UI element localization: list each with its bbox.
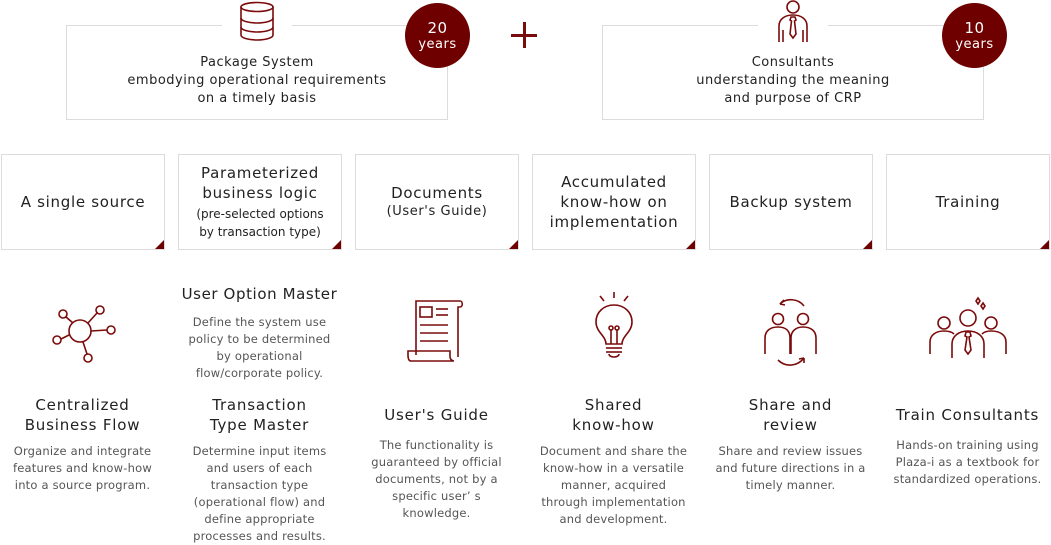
corner-triangle: [509, 240, 518, 249]
column-shared-know-how: Shared know-how Document and share the kno…: [531, 395, 696, 528]
column-description: Share and review issues and future direct…: [715, 444, 866, 492]
package-system-text: Package System embodying operational req…: [127, 55, 387, 106]
years-badge-20: 20 years: [405, 3, 470, 68]
column-title: Shared know-how: [572, 396, 655, 434]
consultants-text: Consultants understanding the meaning an…: [696, 55, 890, 106]
years-badge-10: 10 years: [942, 3, 1007, 68]
database-icon: [222, 0, 292, 44]
column-title: User Option Master: [181, 285, 338, 303]
network-hub-icon: [0, 290, 165, 370]
consultant-icon: [758, 0, 828, 44]
column-centralized-business-flow: Centralized Business Flow Organize and in…: [0, 395, 165, 494]
feature-accumulated-know-how: Accumulated know-how on implementation: [532, 154, 696, 250]
column-description: Document and share the know-how in a vers…: [539, 444, 688, 526]
feature-backup-system: Backup system: [709, 154, 873, 250]
corner-triangle: [863, 240, 872, 249]
column-description: Hands-on training using Plaza-i as a text…: [893, 438, 1042, 486]
team-training-icon: [885, 290, 1050, 370]
share-review-icon: [708, 290, 873, 370]
plus-icon: [511, 22, 539, 50]
corner-triangle: [332, 240, 341, 249]
column-description: Determine input items and users of each tr…: [192, 444, 327, 543]
corner-triangle: [1040, 240, 1049, 249]
column-share-and-review: Share and review Share and review issues a…: [708, 395, 873, 494]
feature-training: Training: [886, 154, 1050, 250]
lightbulb-icon: [531, 290, 696, 370]
column-title: Train Consultants: [895, 406, 1040, 424]
column-title: Centralized Business Flow: [24, 396, 141, 434]
column-user-option-master: User Option Master Define the system use…: [177, 284, 342, 382]
document-scroll-icon: [354, 290, 519, 370]
corner-triangle: [686, 240, 695, 249]
column-users-guide: User's Guide The functionality is guarant…: [354, 405, 519, 522]
corner-triangle: [155, 240, 164, 249]
column-description: The functionality is guaranteed by offici…: [371, 438, 502, 520]
feature-single-source: A single source: [1, 154, 165, 250]
column-transaction-type-master: Transaction Type Master Determine input i…: [177, 395, 342, 545]
feature-documents: Documents (User's Guide): [355, 154, 519, 250]
column-title: Transaction Type Master: [209, 396, 310, 434]
column-title: Share and review: [748, 396, 833, 434]
column-train-consultants: Train Consultants Hands-on training usin…: [885, 405, 1050, 488]
column-title: User's Guide: [384, 406, 489, 424]
column-description: Define the system use policy to be determ…: [188, 315, 331, 380]
column-description: Organize and integrate features and know-…: [13, 444, 152, 492]
feature-parameterized-logic: Parameterized business logic (pre-select…: [178, 154, 342, 250]
